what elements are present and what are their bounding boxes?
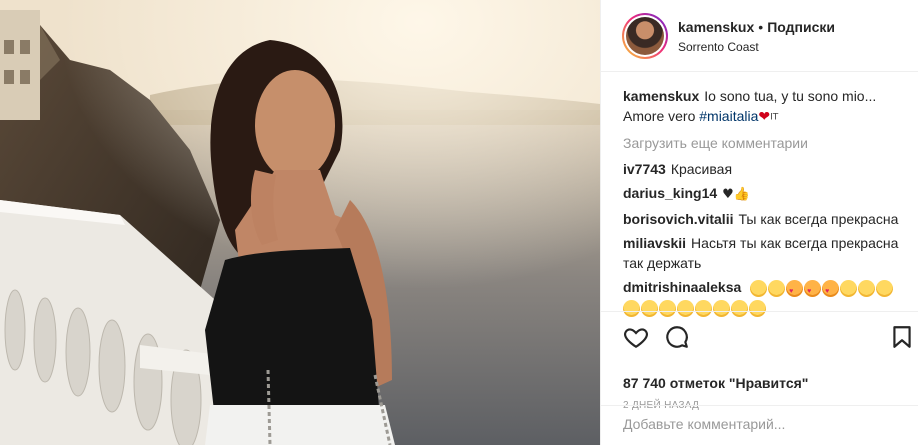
smile-emoji-icon [876,280,894,298]
list-item: iv7743 Красивая [623,159,911,179]
post-photo[interactable] [0,0,600,445]
post-header: kamenskux • Подписки Sorrento Coast [601,0,918,72]
grin-emoji-icon [768,280,786,298]
post-caption: kamenskux Io sono tua, y tu sono mio... A… [623,86,911,127]
comment-text: ♥👍 [722,187,750,203]
location-link[interactable]: Sorrento Coast [678,40,835,55]
heart-eyes-emoji-icon [804,280,822,302]
post-side-panel: kamenskux • Подписки Sorrento Coast kamens… [600,0,918,445]
heart-eyes-emoji-icon [786,280,804,302]
like-button-heart-icon[interactable] [623,324,649,350]
comment-username-link[interactable]: darius_king14 [623,185,717,201]
following-button[interactable]: Подписки [767,19,835,35]
avatar[interactable] [622,13,668,59]
add-comment-section [601,405,918,445]
post-actions-bar [601,311,918,363]
heart-eyes-emoji-icon [822,280,840,302]
list-item: borisovich.vitalii Ты как всегда прекрасн… [623,209,911,229]
comment-text: Красивая [670,161,733,178]
comment-username-link[interactable]: iv7743 [623,161,666,177]
save-button-bookmark-icon[interactable] [889,324,915,350]
caption-username-link[interactable]: kamenskux [623,88,699,104]
comment-text: Ты как всегда прекрасна [738,211,899,228]
grin-emoji-icon [750,280,768,298]
comment-username-link[interactable]: dmitrishinaaleksa [623,279,741,295]
add-comment-input[interactable] [623,412,903,436]
comment-button-bubble-icon[interactable] [664,324,690,350]
wink-emoji-icon [858,280,876,298]
comments-list: kamenskux Io sono tua, y tu sono mio... A… [623,86,911,321]
load-more-comments-button[interactable]: Загрузить еще комментарии [623,133,911,153]
italy-flag-emoji: IT [770,112,779,123]
likes-count-link[interactable]: 87 740 отметок "Нравится" [623,375,808,391]
list-item: miliavskii Насьтя ты как всегда прекрасна… [623,233,911,273]
header-username-link[interactable]: kamenskux [678,19,754,35]
hashtag-link[interactable]: #miaitalia [699,108,758,124]
list-item: darius_king14 ♥👍 [623,183,911,205]
photo-illustration [0,0,600,445]
comment-username-link[interactable]: borisovich.vitalii [623,211,733,227]
comment-username-link[interactable]: miliavskii [623,235,686,251]
kiss-emoji-icon [840,280,858,298]
avatar-image [626,17,664,55]
heart-emoji: ❤ [758,108,771,124]
header-separator: • [758,19,764,35]
